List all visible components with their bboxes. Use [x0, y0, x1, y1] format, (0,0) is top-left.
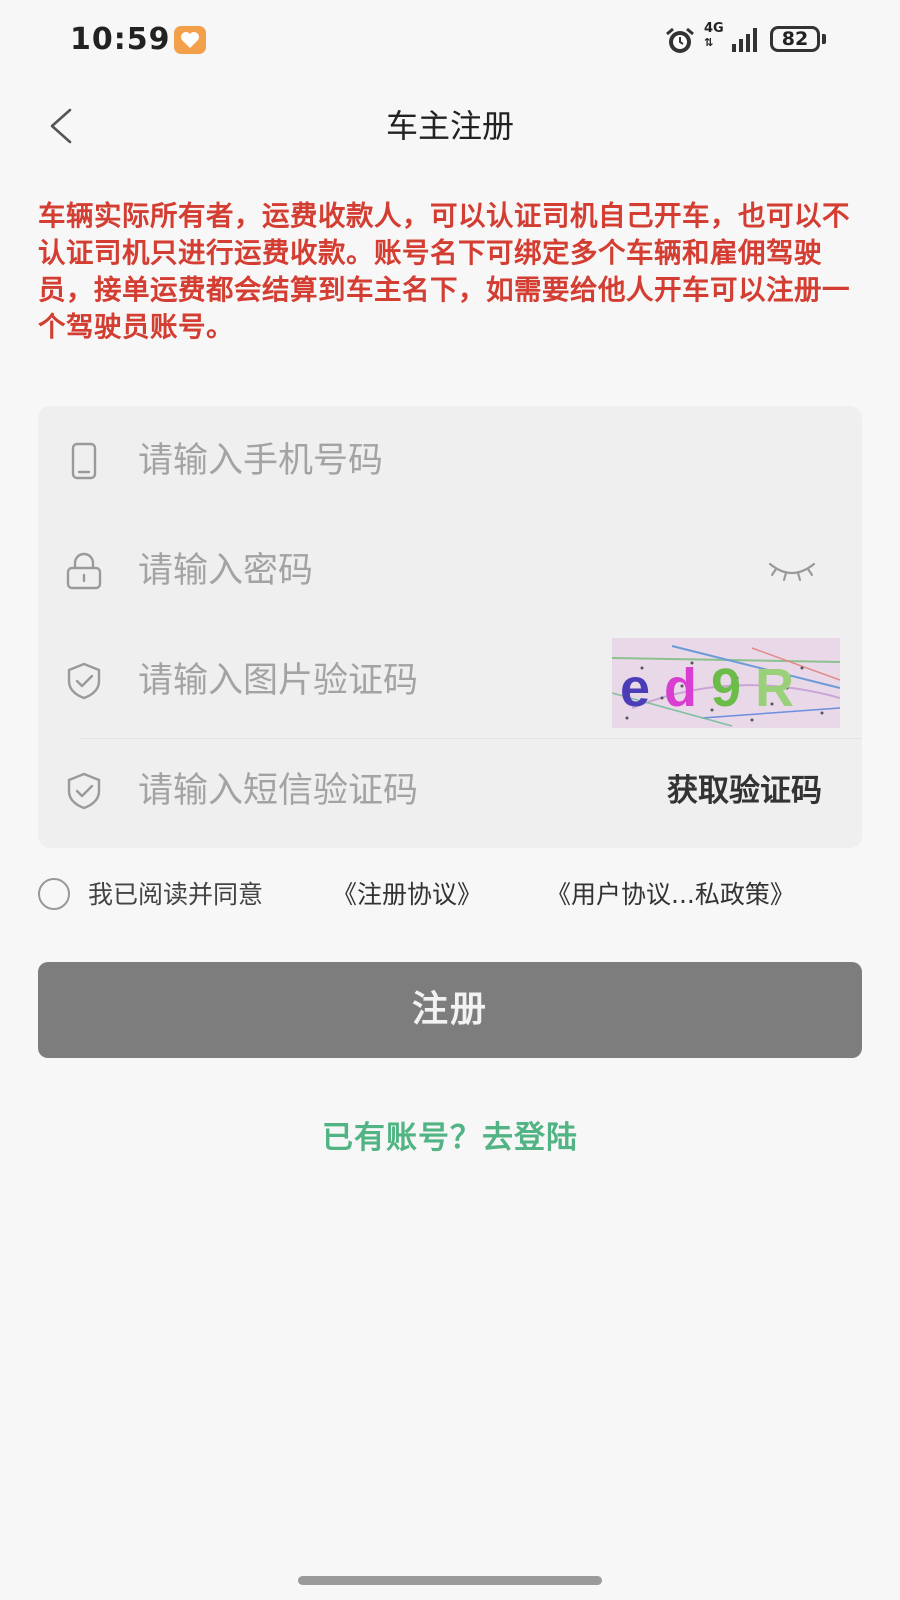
home-indicator[interactable] [298, 1576, 602, 1585]
signal-icon [732, 28, 757, 52]
captcha-input[interactable] [138, 654, 638, 708]
phone-icon [71, 442, 97, 480]
phone-row [38, 406, 862, 516]
get-code-button[interactable]: 获取验证码 [667, 766, 822, 816]
register-form: ed9R 获取验证码 [38, 406, 862, 848]
lock-icon [66, 552, 102, 590]
agree-radio[interactable] [38, 878, 70, 910]
status-time: 10:59 [70, 22, 171, 57]
page-title: 车主注册 [385, 107, 514, 145]
status-bar: 10:59 4G ⇅ 82 [0, 0, 900, 84]
sms-row: 获取验证码 [38, 736, 862, 846]
agreement-row: 我已阅读并同意 《注册协议》 《用户协议...私政策》 [38, 870, 868, 920]
battery-level: 82 [781, 28, 809, 50]
login-link[interactable]: 已有账号？去登陆 [0, 1112, 900, 1157]
data-arrows-icon: ⇅ [704, 36, 714, 49]
battery-icon: 82 [770, 26, 820, 52]
register-agreement-link[interactable]: 《注册协议》 [332, 878, 482, 912]
battery-cap [822, 34, 826, 44]
sms-code-input[interactable] [138, 764, 578, 818]
network-label: 4G [704, 21, 724, 36]
register-button[interactable]: 注册 [38, 962, 862, 1058]
heart-app-icon [174, 26, 206, 54]
agree-text: 我已阅读并同意 [88, 880, 264, 909]
privacy-policy-link[interactable]: 《用户协议...私政策》 [546, 878, 795, 912]
captcha-image[interactable]: ed9R [612, 638, 840, 728]
phone-input[interactable] [138, 434, 638, 488]
password-row [38, 516, 862, 626]
shield-check-icon [67, 772, 101, 810]
password-input[interactable] [138, 544, 638, 598]
eye-closed-icon[interactable] [764, 556, 820, 586]
captcha-text: ed9R [620, 658, 808, 718]
nav-bar: 车主注册 [0, 84, 900, 168]
network-type: 4G ⇅ [704, 22, 724, 50]
owner-notice: 车辆实际所有者，运费收款人，可以认证司机自己开车，也可以不认证司机只进行运费收款… [38, 200, 850, 343]
alarm-icon [666, 27, 694, 53]
shield-check-icon [67, 662, 101, 700]
